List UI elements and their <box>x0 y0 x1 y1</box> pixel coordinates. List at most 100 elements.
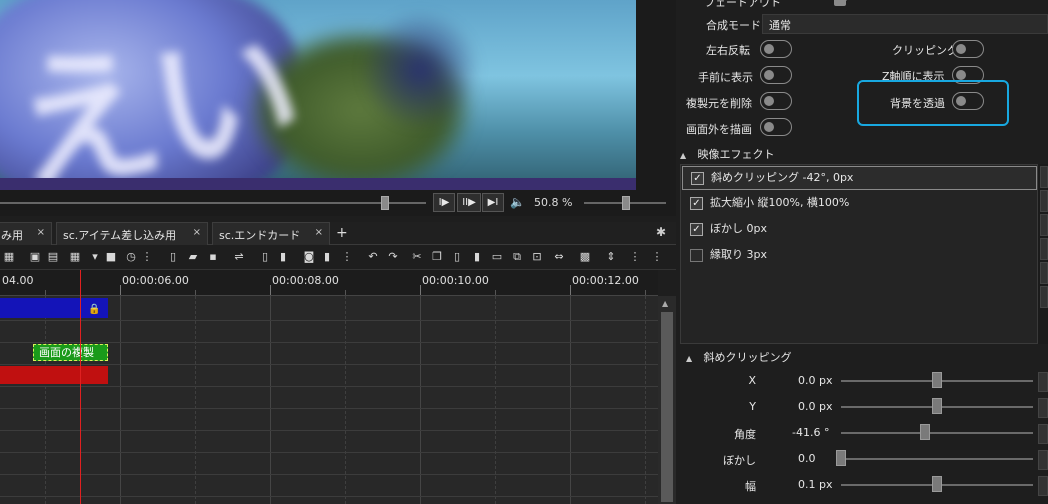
param-slider-angle[interactable] <box>841 432 1033 434</box>
param-keyframe-button[interactable] <box>1038 398 1048 418</box>
timeline-clip-red[interactable] <box>0 366 108 384</box>
save-icon[interactable]: ■ <box>104 250 118 264</box>
bring-front-toggle[interactable] <box>760 66 792 84</box>
param-keyframe-button[interactable] <box>1038 424 1048 444</box>
more-icon[interactable]: ⋮ <box>140 250 154 264</box>
folder-icon[interactable]: ▰ <box>186 250 200 264</box>
paste-special-icon[interactable]: ▮ <box>470 250 484 264</box>
time-ruler[interactable]: 04.00 00:00:06.00 00:00:08.00 00:00:10.0… <box>0 270 658 296</box>
video-preview[interactable]: えい <box>0 0 636 190</box>
cut-icon[interactable]: ✂ <box>410 250 424 264</box>
fade-out-slider-knob[interactable] <box>834 0 848 6</box>
param-slider-blur[interactable] <box>841 458 1033 460</box>
more-icon[interactable]: ⋮ <box>650 250 664 264</box>
param-slider-knob[interactable] <box>932 476 942 492</box>
play-pause-button[interactable]: II▶ <box>457 193 481 212</box>
effect-move-down-button[interactable] <box>1040 286 1048 308</box>
param-value-y[interactable]: 0.0 px <box>798 400 832 413</box>
scene-tabs: み用 × sc.アイテム差し込み用 × sc.エンドカード × + ✱ <box>0 222 676 245</box>
scroll-up-icon[interactable]: ▲ <box>662 299 668 308</box>
diagonal-clip-header[interactable]: ▲ 斜めクリッピング <box>686 349 792 367</box>
param-value-width[interactable]: 0.1 px <box>798 478 832 491</box>
param-keyframe-button[interactable] <box>1038 372 1048 392</box>
copy-icon[interactable]: ❐ <box>430 250 444 264</box>
list-item[interactable]: ✓ 斜めクリッピング -42°, 0px <box>682 166 1037 190</box>
split-icon[interactable]: ⇕ <box>604 250 618 264</box>
clipping-toggle[interactable] <box>952 40 984 58</box>
effect-add-button[interactable] <box>1040 166 1048 188</box>
camera-icon[interactable]: ◙ <box>302 250 316 264</box>
param-slider-knob[interactable] <box>920 424 930 440</box>
gear-icon[interactable]: ✱ <box>656 225 666 239</box>
effect-checkbox[interactable] <box>690 249 703 262</box>
speaker-icon[interactable]: 🔈 <box>510 195 525 209</box>
dropdown-icon[interactable]: ▾ <box>88 250 102 264</box>
close-icon[interactable]: × <box>37 227 45 238</box>
delete-source-toggle[interactable] <box>760 92 792 110</box>
effect-checkbox[interactable]: ✓ <box>691 172 704 185</box>
playhead[interactable] <box>80 270 81 504</box>
effect-checkbox[interactable]: ✓ <box>690 223 703 236</box>
flip-horizontal-toggle[interactable] <box>760 40 792 58</box>
add-tab-button[interactable]: + <box>336 225 348 241</box>
duplicate-icon[interactable]: ▭ <box>490 250 504 264</box>
draw-outside-toggle[interactable] <box>760 118 792 136</box>
param-slider-knob[interactable] <box>932 372 942 388</box>
list-item[interactable]: ✓ 拡大縮小 縦100%, 横100% <box>682 192 1037 216</box>
grid-icon[interactable]: ▩ <box>578 250 592 264</box>
clipboard-icon[interactable]: ▮ <box>320 250 334 264</box>
timeline-clip-screen-duplicate[interactable]: 画面の複製 <box>33 344 108 361</box>
image-icon[interactable]: ▣ <box>28 250 42 264</box>
param-value-x[interactable]: 0.0 px <box>798 374 832 387</box>
effect-checkbox[interactable]: ✓ <box>690 197 703 210</box>
settings-icon[interactable]: ⇌ <box>232 250 246 264</box>
param-keyframe-button[interactable] <box>1038 450 1048 470</box>
ruler-tick <box>270 285 271 295</box>
clip-icon[interactable]: ▤ <box>46 250 60 264</box>
seek-slider[interactable] <box>0 202 426 204</box>
next-frame-button[interactable]: ▶I <box>482 193 504 212</box>
disk-icon[interactable]: ▪ <box>206 250 220 264</box>
effect-remove-button[interactable] <box>1040 190 1048 212</box>
new-file-icon[interactable]: ▯ <box>166 250 180 264</box>
arrows-icon[interactable]: ⇔ <box>552 250 566 264</box>
step-forward-button[interactable]: I▶ <box>433 193 455 212</box>
undo-icon[interactable]: ↶ <box>366 250 380 264</box>
group-icon[interactable]: ⧉ <box>510 250 524 264</box>
list-item[interactable]: 縁取り 3px <box>682 244 1037 268</box>
param-value-angle[interactable]: -41.6 ° <box>792 426 829 439</box>
effect-paste-button[interactable] <box>1040 238 1048 260</box>
grid-line <box>570 296 571 504</box>
scrollbar-thumb[interactable] <box>661 312 673 502</box>
timeline-clip-blue[interactable]: 🔒 <box>0 298 108 318</box>
more-icon[interactable]: ⋮ <box>628 250 642 264</box>
tab-scene-end-card[interactable]: sc.エンドカード × <box>212 222 330 245</box>
video-effects-header[interactable]: ▲ 映像エフェクト <box>680 146 775 164</box>
close-icon[interactable]: × <box>193 227 201 238</box>
tab-scene-item-insert[interactable]: sc.アイテム差し込み用 × <box>56 222 208 245</box>
param-keyframe-button[interactable] <box>1038 476 1048 496</box>
tab-scene-main[interactable]: み用 × <box>0 222 52 245</box>
param-slider-knob[interactable] <box>932 398 942 414</box>
more-icon[interactable]: ⋮ <box>340 250 354 264</box>
redo-icon[interactable]: ↷ <box>386 250 400 264</box>
paste-icon[interactable]: ▯ <box>450 250 464 264</box>
layout-icon[interactable]: ▦ <box>2 250 16 264</box>
lock-icon[interactable]: ⊡ <box>530 250 544 264</box>
list-item[interactable]: ✓ ぼかし 0px <box>682 218 1037 242</box>
effect-move-up-button[interactable] <box>1040 262 1048 284</box>
export-icon[interactable]: ▮ <box>276 250 290 264</box>
seek-slider-knob[interactable] <box>381 196 389 210</box>
copy-icon[interactable]: ▯ <box>258 250 272 264</box>
clock-icon[interactable]: ◷ <box>124 250 138 264</box>
effect-copy-button[interactable] <box>1040 214 1048 236</box>
param-slider-knob[interactable] <box>836 450 846 466</box>
grid-icon[interactable]: ▦ <box>68 250 82 264</box>
timeline-area[interactable]: 🔒 画面の複製 <box>0 296 658 504</box>
lock-icon[interactable]: 🔒 <box>88 304 100 315</box>
volume-slider-knob[interactable] <box>622 196 630 210</box>
param-value-blur[interactable]: 0.0 <box>798 452 816 465</box>
timeline-scrollbar[interactable]: ▲ <box>658 296 676 504</box>
blend-mode-select[interactable]: 通常 <box>762 14 1048 34</box>
close-icon[interactable]: × <box>315 227 323 238</box>
